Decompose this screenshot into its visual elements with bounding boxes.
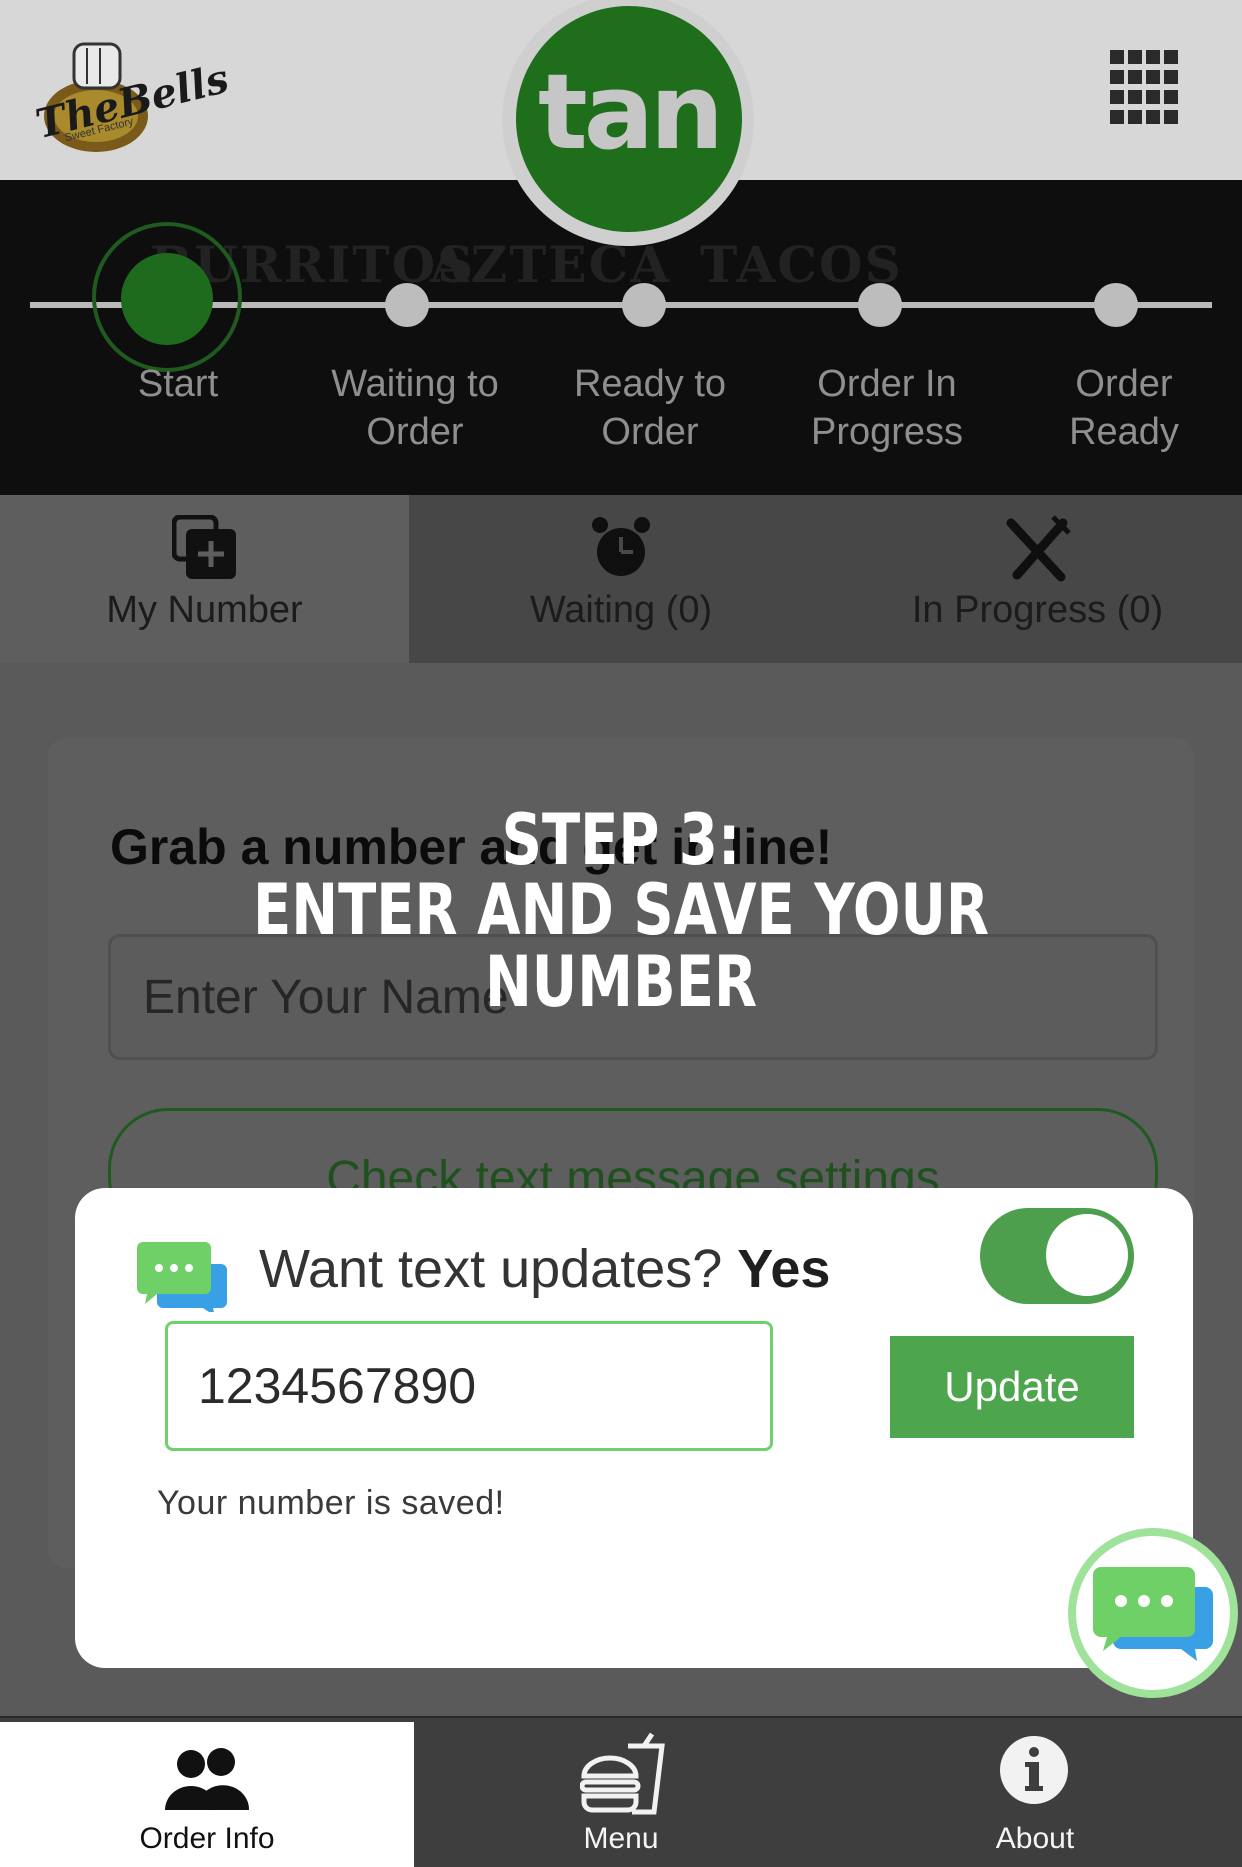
nav-menu-label: Menu: [583, 1822, 659, 1855]
chat-fab-inner: [1076, 1536, 1230, 1690]
grid-dot: [1146, 90, 1160, 104]
tab-my-number[interactable]: My Number: [0, 495, 409, 663]
people-icon: [165, 1748, 250, 1810]
step-label-waiting: Waiting to Order: [331, 363, 499, 453]
step-dot-order-ready: [1094, 283, 1138, 327]
grid-dot: [1164, 90, 1178, 104]
step-label-in-progress: Order In Progress: [810, 363, 964, 453]
text-updates-toggle[interactable]: [980, 1208, 1134, 1304]
tab-waiting-label: Waiting (0): [529, 589, 713, 631]
grid-dot: [1128, 110, 1142, 124]
step-dot-start: [121, 253, 213, 345]
chat-bubbles-icon: [1093, 1567, 1213, 1661]
tab-waiting[interactable]: Waiting (0): [409, 495, 833, 663]
grid-dot: [1110, 90, 1124, 104]
chat-fab[interactable]: [1068, 1528, 1238, 1698]
tab-in-progress-label: In Progress (0): [911, 589, 1164, 631]
step-label-order-ready: Order Ready: [1069, 363, 1179, 453]
nav-menu[interactable]: Menu: [414, 1718, 828, 1867]
grid-dot: [1146, 50, 1160, 64]
grid-dot: [1110, 50, 1124, 64]
grid-dot: [1110, 110, 1124, 124]
step-label-ready: Ready to Order: [573, 363, 727, 453]
nav-order-info[interactable]: Order Info: [0, 1722, 414, 1867]
grid-dot: [1146, 70, 1160, 84]
info-icon: [1000, 1736, 1068, 1804]
utensils-icon: [1006, 515, 1071, 582]
grid-dot: [1128, 70, 1142, 84]
grid-dot: [1146, 110, 1160, 124]
tutorial-overlay: STEP 3: ENTER AND SAVE YOUR NUMBER: [124, 804, 1118, 1018]
chat-bubbles-icon: [137, 1242, 227, 1312]
tutorial-step-number: STEP 3:: [501, 799, 741, 881]
step-label-start: Start: [137, 363, 219, 405]
grid-dot: [1164, 50, 1178, 64]
grid-dot: [1110, 70, 1124, 84]
alarm-clock-icon: [592, 517, 650, 576]
nav-order-info-label: Order Info: [139, 1822, 275, 1855]
bottom-navigation: Order Info Menu About: [0, 1716, 1242, 1867]
question-text: Want text updates?: [259, 1239, 723, 1299]
tab-in-progress[interactable]: In Progress (0): [833, 495, 1242, 663]
tab-my-number-label: My Number: [106, 589, 303, 631]
brand-badge[interactable]: tan: [516, 6, 742, 232]
step-dot-in-progress: [858, 283, 902, 327]
text-updates-popup: Want text updates? Yes Update Your numbe…: [75, 1188, 1193, 1668]
grid-dot: [1128, 90, 1142, 104]
grid-dot: [1164, 110, 1178, 124]
question-answer: Yes: [737, 1239, 831, 1299]
thebells-logo[interactable]: TheBells Sweet Factory: [31, 28, 233, 156]
grid-dot: [1164, 70, 1178, 84]
step-dot-ready: [622, 283, 666, 327]
nav-about[interactable]: About: [828, 1718, 1242, 1867]
update-button[interactable]: Update: [890, 1336, 1134, 1438]
burger-drink-icon: [580, 1732, 665, 1815]
grid-dot: [1128, 50, 1142, 64]
text-updates-question: Want text updates? Yes: [259, 1238, 830, 1300]
nav-about-label: About: [995, 1822, 1075, 1855]
grid-menu-button[interactable]: [1110, 50, 1178, 126]
toggle-knob: [1044, 1212, 1130, 1298]
saved-confirmation: Your number is saved!: [157, 1484, 505, 1522]
tutorial-step-instruction: ENTER AND SAVE YOUR NUMBER: [252, 869, 990, 1023]
phone-number-input[interactable]: [165, 1321, 773, 1451]
step-dot-waiting: [385, 283, 429, 327]
brand-wordmark: tan: [538, 51, 724, 173]
tab-bar: My Number Waiting (0) In Progress (0): [0, 495, 1242, 663]
add-number-icon: [171, 515, 236, 579]
